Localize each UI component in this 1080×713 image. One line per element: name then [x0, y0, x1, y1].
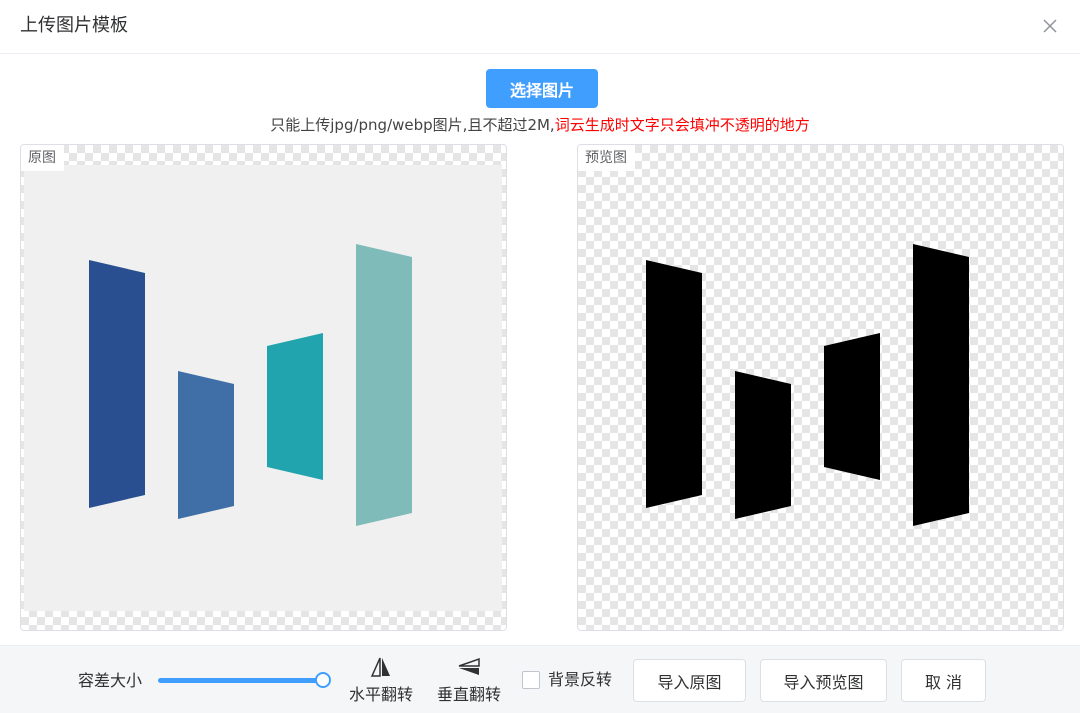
original-label: 原图 — [21, 145, 64, 171]
original-bar-4 — [356, 244, 412, 526]
checkbox-box[interactable] — [522, 671, 540, 689]
tolerance-label: 容差大小 — [78, 671, 143, 690]
select-image-button[interactable]: 选择图片 — [486, 69, 598, 108]
flip-vertical-label: 垂直翻转 — [436, 685, 501, 704]
slider-track — [158, 678, 323, 683]
flip-horizontal-label: 水平翻转 — [348, 685, 413, 704]
import-preview-button[interactable]: 导入预览图 — [760, 659, 887, 702]
preview-label: 预览图 — [578, 145, 635, 171]
cancel-button[interactable]: 取 消 — [901, 659, 986, 702]
close-button[interactable] — [1038, 14, 1062, 38]
preview-bar-2 — [735, 371, 791, 519]
hint-warning: 词云生成时文字只会填冲不透明的地方 — [554, 116, 810, 134]
flip-vertical-button[interactable]: 垂直翻转 — [429, 652, 509, 706]
close-icon — [1043, 19, 1057, 33]
preview-bar-3 — [824, 333, 880, 480]
original-bar-3 — [267, 333, 323, 480]
original-image-panel: 原图 — [20, 144, 507, 631]
tolerance-slider[interactable] — [158, 671, 332, 691]
upload-hint: 只能上传jpg/png/webp图片,且不超过2M,词云生成时文字只会填冲不透明… — [0, 115, 1080, 135]
preview-bar-1 — [646, 260, 702, 508]
flip-horizontal-button[interactable]: 水平翻转 — [341, 652, 421, 706]
original-image — [24, 165, 502, 611]
preview-image-panel: 预览图 — [577, 144, 1064, 631]
dialog-header: 上传图片模板 — [0, 0, 1080, 54]
slider-thumb[interactable] — [315, 672, 331, 688]
dialog-title: 上传图片模板 — [20, 15, 128, 36]
flip-vertical-icon — [458, 657, 480, 675]
preview-image — [646, 244, 969, 526]
preview-bar-4 — [913, 244, 969, 526]
background-invert-checkbox[interactable]: 背景反转 — [522, 669, 612, 691]
flip-horizontal-icon — [370, 657, 390, 677]
background-invert-label: 背景反转 — [548, 670, 613, 689]
original-bar-1 — [89, 260, 145, 508]
original-bar-2 — [178, 371, 234, 519]
import-original-button[interactable]: 导入原图 — [633, 659, 746, 702]
hint-text: 只能上传jpg/png/webp图片,且不超过2M, — [270, 116, 555, 134]
